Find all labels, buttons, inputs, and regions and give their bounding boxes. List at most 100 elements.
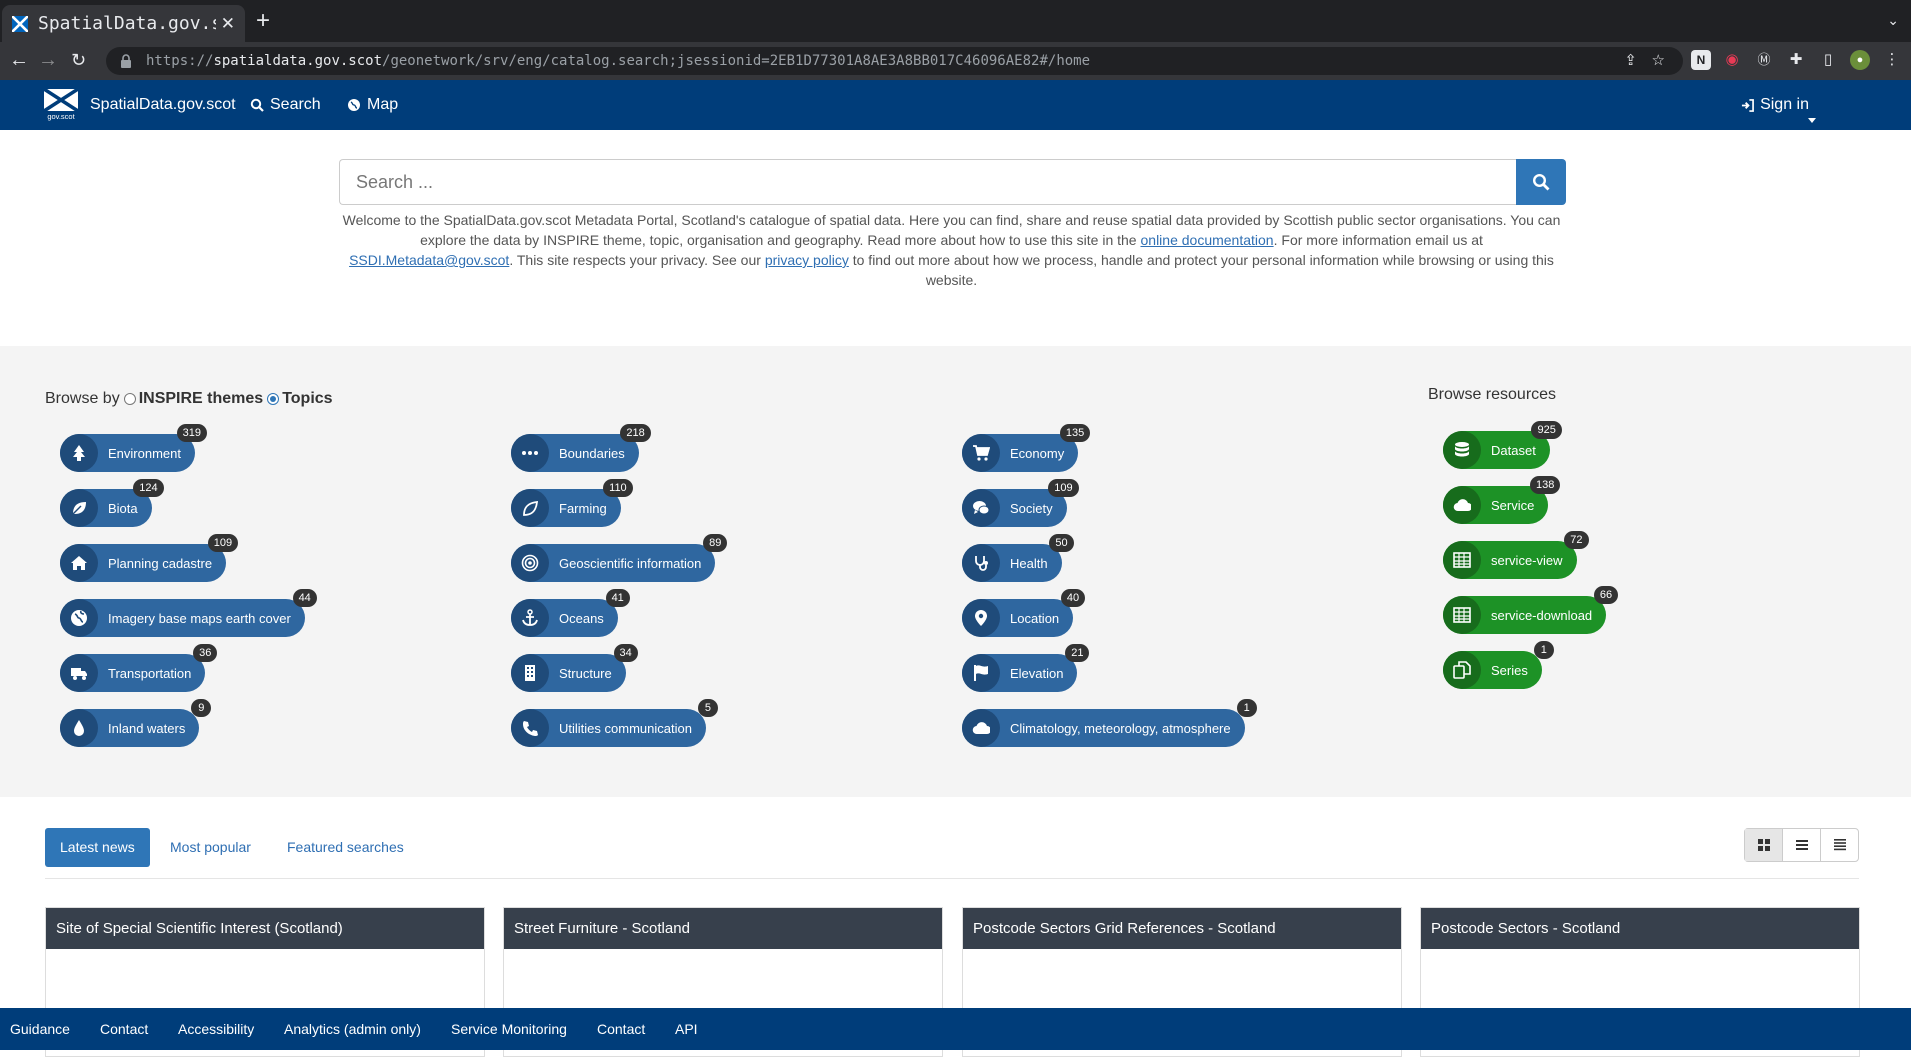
browser-tabstrip: SpatialData.gov.scot ✕ + ⌄ [0,0,1911,42]
welcome-text: Welcome to the SpatialData.gov.scot Meta… [342,212,1561,288]
compact-view-button[interactable] [1821,829,1858,861]
privacy-policy-link[interactable]: privacy policy [765,252,849,268]
radio-topics[interactable] [267,393,280,405]
tab-featured-searches[interactable]: Featured searches [272,828,419,867]
inspire-themes-label[interactable]: INSPIRE themes [139,390,263,408]
search-icon [1532,173,1550,191]
tab-title: SpatialData.gov.scot [38,13,216,34]
footer-link-api[interactable]: API [675,1021,698,1037]
count-badge: 124 [133,479,164,497]
nav-map-link[interactable]: Map [347,96,398,114]
pill-label: Society [1010,500,1053,516]
online-documentation-link[interactable]: online documentation [1141,232,1274,248]
resource-service-download[interactable]: service-download 66 [1443,586,1619,634]
topic-climatology-meteorology-atmosphere[interactable]: Climatology, meteorology, atmosphere 1 [962,699,1257,747]
footer-link-contact[interactable]: Contact [100,1021,148,1037]
topic-geoscientific-information[interactable]: Geoscientific information 89 [511,534,728,582]
topic-structure[interactable]: Structure 34 [511,644,638,692]
brand-link[interactable]: SpatialData.gov.scot [90,96,236,114]
gov-scot-logo[interactable]: gov.scot [44,89,78,121]
tab-latest-news[interactable]: Latest news [45,828,150,867]
url-text: https://spatialdata.gov.scot/geonetwork/… [146,53,1091,69]
tree-icon [60,434,98,472]
pill-label: Utilities communication [559,720,692,736]
extensions-puzzle-icon[interactable]: ✚ [1786,50,1806,70]
card-title[interactable]: Street Furniture - Scotland [504,908,942,949]
red-extension-icon[interactable]: ◉ [1722,50,1742,70]
card-title[interactable]: Site of Special Scientific Interest (Sco… [46,908,484,949]
notion-extension-icon[interactable]: N [1691,50,1711,70]
count-badge: 5 [697,699,718,717]
anchor-icon [511,599,549,637]
count-badge: 44 [292,589,317,607]
grid-view-button[interactable] [1745,829,1783,861]
topic-imagery-base-maps-earth-cover[interactable]: Imagery base maps earth cover 44 [60,589,317,637]
count-badge: 34 [613,644,638,662]
profile-avatar[interactable]: ● [1850,50,1870,70]
pill-label: service-download [1491,607,1593,623]
new-tab-icon[interactable]: + [256,9,270,33]
back-icon[interactable]: ← [9,49,29,71]
pill-label: Transportation [108,665,192,681]
topic-boundaries[interactable]: Boundaries 218 [511,424,651,472]
phone-icon [511,709,549,747]
grid-icon [1757,839,1770,851]
tab-most-popular[interactable]: Most popular [155,828,266,867]
search-icon [250,98,264,112]
topic-transportation[interactable]: Transportation 36 [60,644,218,692]
close-tab-icon[interactable]: ✕ [221,14,235,34]
pill-label: service-view [1491,552,1563,568]
count-badge: 218 [620,424,651,442]
bookmark-star-icon[interactable]: ☆ [1652,51,1665,69]
card-title[interactable]: Postcode Sectors Grid References - Scotl… [963,908,1401,949]
m-extension-icon[interactable]: Ⓜ [1754,50,1774,70]
footer-link-contact-2[interactable]: Contact [597,1021,645,1037]
pill-label: Climatology, meteorology, atmosphere [1010,720,1231,736]
footer-link-service-monitoring[interactable]: Service Monitoring [451,1021,567,1037]
forward-icon[interactable]: → [38,49,58,71]
browser-menu-icon[interactable]: ⋮ [1882,50,1902,70]
topic-utilities-communication[interactable]: Utilities communication 5 [511,699,718,747]
address-bar[interactable]: https://spatialdata.gov.scot/geonetwork/… [106,47,1683,75]
browser-tab[interactable]: SpatialData.gov.scot ✕ [2,5,245,42]
resource-dataset[interactable]: Dataset 925 [1443,421,1562,469]
compact-list-icon [1833,839,1846,851]
resource-series[interactable]: Series 1 [1443,641,1554,689]
resource-service-view[interactable]: service-view 72 [1443,531,1589,579]
topic-farming[interactable]: Farming 110 [511,479,633,527]
flag-icon [962,654,1000,692]
pill-label: Boundaries [559,445,625,461]
topics-label[interactable]: Topics [282,390,332,408]
chevron-down-icon[interactable] [1808,118,1816,123]
footer-link-accessibility[interactable]: Accessibility [178,1021,254,1037]
radio-inspire-themes[interactable] [123,393,136,405]
search-input[interactable] [339,159,1516,205]
topic-elevation[interactable]: Elevation 21 [962,644,1090,692]
sign-in-link[interactable]: Sign in [1741,96,1809,114]
search-button[interactable] [1516,159,1566,205]
topic-environment[interactable]: Environment 319 [60,424,207,472]
nav-search-link[interactable]: Search [250,96,321,114]
topic-oceans[interactable]: Oceans 41 [511,589,630,637]
sign-in-label: Sign in [1760,96,1809,113]
email-link[interactable]: SSDI.Metadata@gov.scot [349,252,509,268]
topic-planning-cadastre[interactable]: Planning cadastre 109 [60,534,239,582]
tab-search-icon[interactable]: ⌄ [1887,12,1899,29]
reload-icon[interactable]: ↻ [71,49,86,71]
topic-economy[interactable]: Economy 135 [962,424,1091,472]
topic-society[interactable]: Society 109 [962,479,1079,527]
list-view-button[interactable] [1783,829,1821,861]
footer-link-analytics[interactable]: Analytics (admin only) [284,1021,421,1037]
footer-link-guidance[interactable]: Guidance [10,1021,70,1037]
resource-service[interactable]: Service 138 [1443,476,1561,524]
card-title[interactable]: Postcode Sectors - Scotland [1421,908,1859,949]
topic-health[interactable]: Health 50 [962,534,1074,582]
pill-label: Planning cadastre [108,555,213,571]
topic-location[interactable]: Location 40 [962,589,1086,637]
share-icon[interactable]: ⇪ [1624,51,1637,69]
side-panel-icon[interactable]: ▯ [1818,50,1838,70]
topic-biota[interactable]: Biota 124 [60,479,164,527]
count-badge: 1 [1533,641,1554,659]
topic-inland-waters[interactable]: Inland waters 9 [60,699,212,747]
pill-label: Service [1491,497,1535,513]
